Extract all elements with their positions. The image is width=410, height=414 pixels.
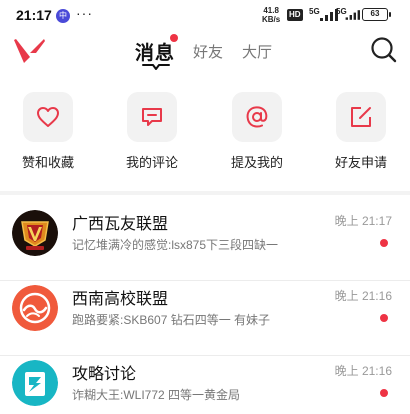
list-item[interactable]: 西南高校联盟 跑路要紧:SKB607 钻石四等一 有妹子 晚上 21:16 (0, 270, 410, 356)
status-time: 21:17 (16, 7, 52, 23)
my-comments-button[interactable]: 我的评论 (112, 92, 192, 171)
status-bar: 21:17 中 ··· 41.8 KB/s HD 5G 5G 63 (0, 0, 410, 30)
friend-requests-button[interactable]: 好友申请 (321, 92, 401, 171)
comments-label: 我的评论 (125, 155, 178, 170)
tab-friends[interactable]: 好友 (193, 41, 223, 62)
unread-dot (380, 389, 388, 397)
hd-voice-icon: HD (287, 9, 303, 21)
heart-icon (37, 107, 59, 127)
conversation-time: 晚上 21:16 (334, 364, 392, 378)
conversation-preview: 跑路要紧:SKB607 钻石四等一 有妹子 (72, 313, 271, 327)
likes-icon-box (23, 92, 73, 142)
edit-icon (351, 107, 371, 127)
conversation-preview: 记忆堆满冷的感觉:lsx875下三段四缺一 (72, 238, 279, 252)
network-speed: 41.8 KB/s (262, 6, 281, 24)
comments-icon-box (127, 92, 177, 142)
conversation-time: 晚上 21:16 (334, 289, 392, 303)
signal-1-icon (320, 9, 338, 21)
tab-messages[interactable]: 消息 (135, 38, 175, 65)
tab-active-indicator (142, 64, 170, 70)
conversation-title: 西南高校联盟 (72, 291, 169, 308)
tab-messages-unread-dot (170, 34, 178, 42)
friend-requests-icon-box (336, 92, 386, 142)
more-notifications-icon: ··· (76, 5, 93, 21)
battery-icon: 63 (362, 8, 391, 21)
conversation-title: 广西瓦友联盟 (72, 216, 169, 233)
mentions-icon-box (232, 92, 282, 142)
list-item[interactable]: 攻略讨论 诈糊大王:WLI772 四等一黄金局 晚上 21:16 (0, 345, 410, 414)
notification-app-icon: 中 (56, 9, 70, 23)
tab-lobby[interactable]: 大厅 (242, 41, 272, 62)
signal-2-icon (345, 10, 360, 20)
unread-dot (380, 239, 388, 247)
valorant-logo-icon (14, 39, 45, 63)
top-header: 消息 好友 大厅 (0, 30, 410, 76)
conversation-time: 晚上 21:17 (334, 214, 392, 228)
mentions-label: 提及我的 (230, 155, 283, 170)
search-icon[interactable] (370, 36, 398, 64)
group-avatar (12, 285, 58, 331)
unread-dot (380, 314, 388, 322)
comment-icon (142, 108, 162, 126)
group-avatar (12, 210, 58, 256)
mentions-button[interactable]: 提及我的 (217, 92, 297, 171)
at-icon (246, 106, 268, 128)
likes-and-favorites-button[interactable]: 赞和收藏 (8, 92, 88, 171)
conversation-title: 攻略讨论 (72, 366, 137, 383)
quick-actions: 赞和收藏 我的评论 提及我的 好友申请 (0, 92, 410, 178)
likes-label: 赞和收藏 (21, 155, 74, 170)
friend-requests-label: 好友申请 (334, 155, 387, 170)
conversation-preview: 诈糊大王:WLI772 四等一黄金局 (72, 388, 241, 402)
list-item[interactable]: 广西瓦友联盟 记忆堆满冷的感觉:lsx875下三段四缺一 晚上 21:17 (0, 195, 410, 281)
group-avatar (12, 360, 58, 406)
